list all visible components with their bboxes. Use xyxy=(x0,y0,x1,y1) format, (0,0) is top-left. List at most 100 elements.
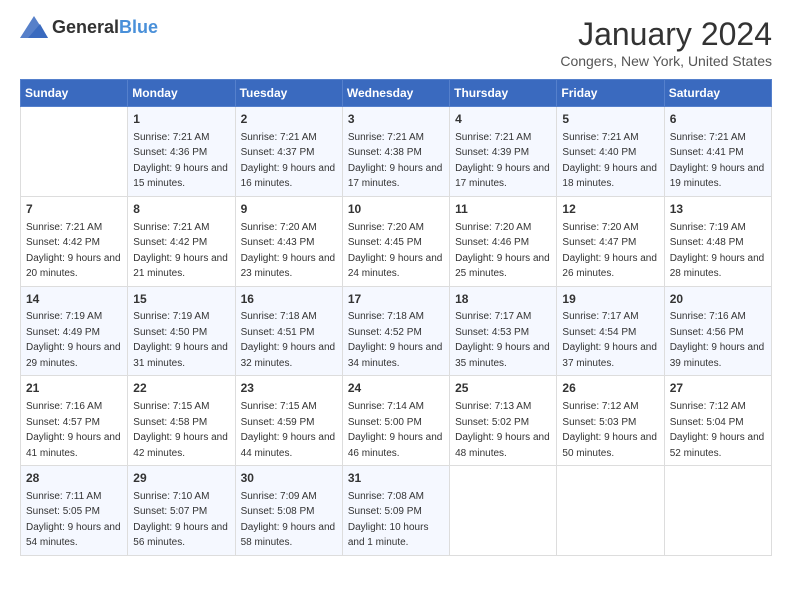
calendar-cell: 29 Sunrise: 7:10 AMSunset: 5:07 PMDayligh… xyxy=(128,466,235,556)
day-detail: Sunrise: 7:21 AMSunset: 4:39 PMDaylight:… xyxy=(455,132,550,190)
calendar-week-5: 28 Sunrise: 7:11 AMSunset: 5:05 PMDayligh… xyxy=(21,466,772,556)
day-detail: Sunrise: 7:20 AMSunset: 4:45 PMDaylight:… xyxy=(348,222,443,280)
day-number: 15 xyxy=(133,291,229,308)
day-number: 31 xyxy=(348,470,444,487)
calendar-cell: 7Sunrise: 7:21 AMSunset: 4:42 PMDaylight… xyxy=(21,196,128,286)
calendar-cell: 25 Sunrise: 7:13 AMSunset: 5:02 PMDayligh… xyxy=(450,376,557,466)
weekday-header-friday: Friday xyxy=(557,80,664,107)
day-detail: Sunrise: 7:20 AMSunset: 4:46 PMDaylight:… xyxy=(455,222,550,280)
day-detail: Sunrise: 7:17 AMSunset: 4:53 PMDaylight:… xyxy=(455,311,550,369)
day-number: 12 xyxy=(562,201,658,218)
day-detail: Sunrise: 7:12 AMSunset: 5:03 PMDaylight:… xyxy=(562,401,657,459)
day-number: 5 xyxy=(562,111,658,128)
calendar-cell: 22Sunrise: 7:15 AMSunset: 4:58 PMDayligh… xyxy=(128,376,235,466)
calendar-week-2: 7Sunrise: 7:21 AMSunset: 4:42 PMDaylight… xyxy=(21,196,772,286)
logo-icon xyxy=(20,16,48,38)
day-detail: Sunrise: 7:21 AMSunset: 4:42 PMDaylight:… xyxy=(133,222,228,280)
calendar-cell: 16Sunrise: 7:18 AMSunset: 4:51 PMDayligh… xyxy=(235,286,342,376)
day-number: 10 xyxy=(348,201,444,218)
day-number: 19 xyxy=(562,291,658,308)
calendar-week-1: 1Sunrise: 7:21 AMSunset: 4:36 PMDaylight… xyxy=(21,107,772,197)
day-number: 18 xyxy=(455,291,551,308)
day-number: 28 xyxy=(26,470,122,487)
day-detail: Sunrise: 7:21 AMSunset: 4:40 PMDaylight:… xyxy=(562,132,657,190)
day-number: 20 xyxy=(670,291,766,308)
day-number: 26 xyxy=(562,380,658,397)
calendar-cell: 15 Sunrise: 7:19 AMSunset: 4:50 PMDayligh… xyxy=(128,286,235,376)
calendar-cell: 27Sunrise: 7:12 AMSunset: 5:04 PMDayligh… xyxy=(664,376,771,466)
day-detail: Sunrise: 7:21 AMSunset: 4:38 PMDaylight:… xyxy=(348,132,443,190)
day-number: 24 xyxy=(348,380,444,397)
calendar-cell: 18 Sunrise: 7:17 AMSunset: 4:53 PMDayligh… xyxy=(450,286,557,376)
day-detail: Sunrise: 7:13 AMSunset: 5:02 PMDaylight:… xyxy=(455,401,550,459)
day-number: 6 xyxy=(670,111,766,128)
day-number: 30 xyxy=(241,470,337,487)
day-detail: Sunrise: 7:20 AMSunset: 4:43 PMDaylight:… xyxy=(241,222,336,280)
calendar-cell: 28 Sunrise: 7:11 AMSunset: 5:05 PMDayligh… xyxy=(21,466,128,556)
calendar-cell xyxy=(450,466,557,556)
weekday-header-tuesday: Tuesday xyxy=(235,80,342,107)
day-number: 14 xyxy=(26,291,122,308)
weekday-header-thursday: Thursday xyxy=(450,80,557,107)
calendar-cell xyxy=(21,107,128,197)
day-number: 3 xyxy=(348,111,444,128)
day-detail: Sunrise: 7:21 AMSunset: 4:37 PMDaylight:… xyxy=(241,132,336,190)
weekday-header-sunday: Sunday xyxy=(21,80,128,107)
day-number: 13 xyxy=(670,201,766,218)
calendar-cell: 31 Sunrise: 7:08 AMSunset: 5:09 PMDayligh… xyxy=(342,466,449,556)
day-detail: Sunrise: 7:15 AMSunset: 4:59 PMDaylight:… xyxy=(241,401,336,459)
day-number: 29 xyxy=(133,470,229,487)
day-detail: Sunrise: 7:12 AMSunset: 5:04 PMDaylight:… xyxy=(670,401,765,459)
calendar-cell: 11 Sunrise: 7:20 AMSunset: 4:46 PMDayligh… xyxy=(450,196,557,286)
calendar-cell: 14Sunrise: 7:19 AMSunset: 4:49 PMDayligh… xyxy=(21,286,128,376)
weekday-header-monday: Monday xyxy=(128,80,235,107)
calendar-cell: 13Sunrise: 7:19 AMSunset: 4:48 PMDayligh… xyxy=(664,196,771,286)
weekday-header-saturday: Saturday xyxy=(664,80,771,107)
day-detail: Sunrise: 7:21 AMSunset: 4:36 PMDaylight:… xyxy=(133,132,228,190)
calendar-cell: 17 Sunrise: 7:18 AMSunset: 4:52 PMDayligh… xyxy=(342,286,449,376)
calendar-cell: 30 Sunrise: 7:09 AMSunset: 5:08 PMDayligh… xyxy=(235,466,342,556)
day-detail: Sunrise: 7:16 AMSunset: 4:57 PMDaylight:… xyxy=(26,401,121,459)
day-detail: Sunrise: 7:11 AMSunset: 5:05 PMDaylight:… xyxy=(26,491,121,549)
day-detail: Sunrise: 7:20 AMSunset: 4:47 PMDaylight:… xyxy=(562,222,657,280)
calendar-cell: 2 Sunrise: 7:21 AMSunset: 4:37 PMDaylight… xyxy=(235,107,342,197)
day-number: 23 xyxy=(241,380,337,397)
logo-text-blue: Blue xyxy=(119,17,158,37)
calendar-cell: 8 Sunrise: 7:21 AMSunset: 4:42 PMDaylight… xyxy=(128,196,235,286)
calendar-cell: 1Sunrise: 7:21 AMSunset: 4:36 PMDaylight… xyxy=(128,107,235,197)
day-detail: Sunrise: 7:18 AMSunset: 4:52 PMDaylight:… xyxy=(348,311,443,369)
day-number: 4 xyxy=(455,111,551,128)
day-number: 16 xyxy=(241,291,337,308)
calendar-cell: 19 Sunrise: 7:17 AMSunset: 4:54 PMDayligh… xyxy=(557,286,664,376)
day-number: 9 xyxy=(241,201,337,218)
logo: GeneralBlue xyxy=(20,16,158,38)
logo-text-general: General xyxy=(52,17,119,37)
day-detail: Sunrise: 7:21 AMSunset: 4:42 PMDaylight:… xyxy=(26,222,121,280)
calendar-cell: 10 Sunrise: 7:20 AMSunset: 4:45 PMDayligh… xyxy=(342,196,449,286)
day-number: 25 xyxy=(455,380,551,397)
day-number: 17 xyxy=(348,291,444,308)
title-section: January 2024 Congers, New York, United S… xyxy=(560,16,772,69)
day-detail: Sunrise: 7:17 AMSunset: 4:54 PMDaylight:… xyxy=(562,311,657,369)
day-number: 11 xyxy=(455,201,551,218)
calendar-week-3: 14Sunrise: 7:19 AMSunset: 4:49 PMDayligh… xyxy=(21,286,772,376)
day-number: 22 xyxy=(133,380,229,397)
day-detail: Sunrise: 7:10 AMSunset: 5:07 PMDaylight:… xyxy=(133,491,228,549)
day-number: 2 xyxy=(241,111,337,128)
calendar-cell: 20Sunrise: 7:16 AMSunset: 4:56 PMDayligh… xyxy=(664,286,771,376)
calendar-body: 1Sunrise: 7:21 AMSunset: 4:36 PMDaylight… xyxy=(21,107,772,556)
calendar-table: SundayMondayTuesdayWednesdayThursdayFrid… xyxy=(20,79,772,556)
header: GeneralBlue January 2024 Congers, New Yo… xyxy=(20,16,772,69)
calendar-cell: 5 Sunrise: 7:21 AMSunset: 4:40 PMDaylight… xyxy=(557,107,664,197)
weekday-header-row: SundayMondayTuesdayWednesdayThursdayFrid… xyxy=(21,80,772,107)
calendar-header: SundayMondayTuesdayWednesdayThursdayFrid… xyxy=(21,80,772,107)
calendar-cell xyxy=(557,466,664,556)
calendar-cell: 12 Sunrise: 7:20 AMSunset: 4:47 PMDayligh… xyxy=(557,196,664,286)
day-number: 8 xyxy=(133,201,229,218)
day-detail: Sunrise: 7:21 AMSunset: 4:41 PMDaylight:… xyxy=(670,132,765,190)
day-detail: Sunrise: 7:19 AMSunset: 4:50 PMDaylight:… xyxy=(133,311,228,369)
calendar-title: January 2024 xyxy=(560,16,772,53)
calendar-cell: 26 Sunrise: 7:12 AMSunset: 5:03 PMDayligh… xyxy=(557,376,664,466)
day-detail: Sunrise: 7:09 AMSunset: 5:08 PMDaylight:… xyxy=(241,491,336,549)
day-detail: Sunrise: 7:08 AMSunset: 5:09 PMDaylight:… xyxy=(348,491,429,549)
